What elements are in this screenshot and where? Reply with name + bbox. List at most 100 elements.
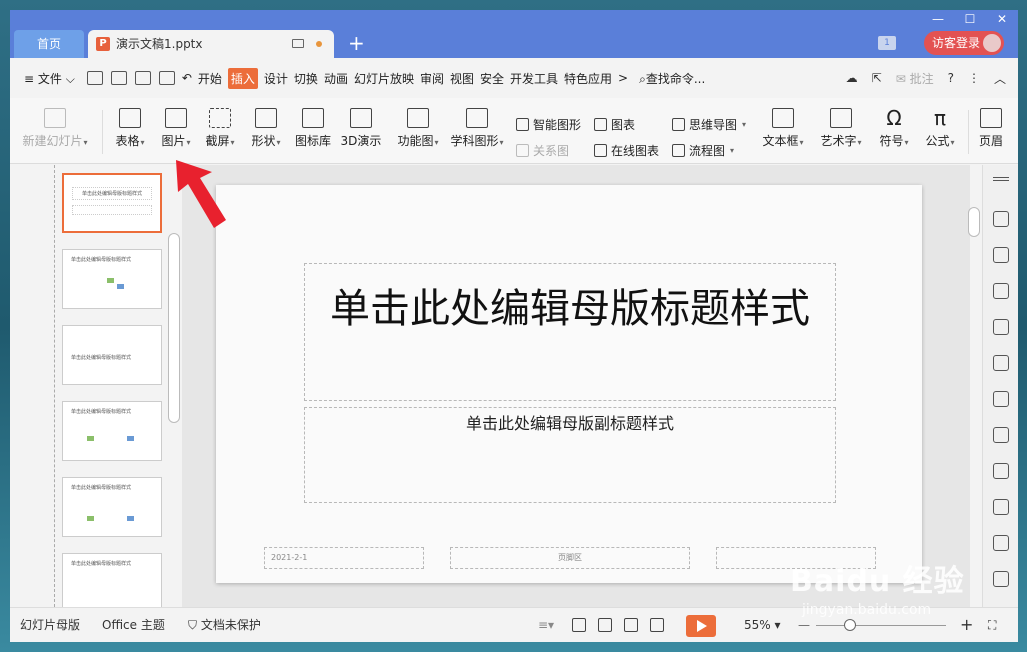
textbox-button[interactable]: 文本框▾ — [758, 108, 808, 149]
grid-icon[interactable] — [993, 319, 1009, 335]
theme-label[interactable]: Office 主题 — [102, 608, 165, 642]
screenshot-button[interactable]: 截屏▾ — [200, 108, 240, 149]
more-tabs-button[interactable]: > — [618, 71, 628, 85]
picture-button[interactable]: 图片▾ — [156, 108, 196, 149]
screenshot-label: 截屏 — [205, 134, 230, 148]
shape-button[interactable]: 形状▾ — [246, 108, 286, 149]
archive-icon[interactable] — [993, 499, 1009, 515]
undo-icon[interactable]: ↶ — [182, 71, 192, 85]
picture-label: 图片 — [161, 134, 186, 148]
menu-tab-developer[interactable]: 开发工具 — [510, 70, 558, 87]
monitor-icon[interactable] — [292, 39, 304, 48]
bar-chart-icon[interactable] — [993, 355, 1009, 371]
new-tab-button[interactable]: + — [348, 32, 365, 54]
thumbnail-scrollbar[interactable] — [168, 233, 180, 423]
tab-home[interactable]: 首页 — [14, 30, 84, 58]
menu-tab-design[interactable]: 设计 — [264, 70, 288, 87]
window-count-badge[interactable]: 1 — [878, 36, 896, 50]
symbol-button[interactable]: Ω 符号▾ — [874, 108, 914, 149]
audio-icon[interactable] — [993, 571, 1009, 587]
save-icon[interactable] — [86, 71, 103, 85]
fill-icon[interactable] — [993, 283, 1009, 299]
relation-chart-button[interactable]: 关系图 — [516, 142, 569, 159]
subject-shape-button[interactable]: 学科图形▾ — [446, 108, 508, 149]
menu-tab-features[interactable]: 特色应用 — [564, 70, 612, 87]
protection-status[interactable]: ⛉ 文档未保护 — [188, 608, 261, 642]
file-menu[interactable]: ≡ 文件 ⌵ — [24, 70, 75, 87]
flowchart-button[interactable]: 流程图 ▾ — [672, 142, 734, 159]
search-command[interactable]: ⌕查找命令... — [639, 70, 705, 87]
speaker-view-icon[interactable] — [650, 618, 664, 632]
slide-thumbnail-5[interactable]: 单击此处编辑母版标题样式 — [62, 477, 162, 537]
slide-sorter-icon[interactable] — [598, 618, 612, 632]
slide-thumbnail-3[interactable]: 单击此处编辑母版标题样式 — [62, 325, 162, 385]
more-options-icon[interactable]: ⋮ — [968, 71, 980, 85]
header-footer-button[interactable]: 页眉 — [974, 108, 1008, 149]
footer-placeholder[interactable]: 页脚区 — [450, 547, 690, 569]
image-icon[interactable] — [993, 535, 1009, 551]
fit-window-icon[interactable]: ⛶ — [988, 608, 996, 642]
notes-icon[interactable]: ≡▾ — [538, 608, 554, 642]
subtitle-placeholder[interactable]: 单击此处编辑母版副标题样式 — [304, 407, 836, 503]
new-slide-button[interactable]: 新建幻灯片▾ — [22, 108, 88, 149]
copy-icon[interactable] — [993, 247, 1009, 263]
close-button[interactable]: ✕ — [986, 10, 1018, 30]
export-icon[interactable] — [993, 463, 1009, 479]
menu-tab-start[interactable]: 开始 — [198, 70, 222, 87]
art-text-icon — [830, 108, 852, 128]
help-icon[interactable]: ? — [948, 71, 954, 85]
menu-tab-slideshow[interactable]: 幻灯片放映 — [354, 70, 414, 87]
slide-thumbnail-2[interactable]: 单击此处编辑母版标题样式 — [62, 249, 162, 309]
print-icon[interactable] — [134, 71, 151, 85]
mindmap-button[interactable]: 思维导图 ▾ — [672, 116, 746, 133]
slide-thumbnail-4[interactable]: 单击此处编辑母版标题样式 — [62, 401, 162, 461]
menu-tab-transition[interactable]: 切换 — [294, 70, 318, 87]
cloud-icon[interactable]: ☁ — [846, 71, 858, 85]
thumbnail-title: 单击此处编辑母版标题样式 — [72, 187, 152, 200]
menu-tab-insert[interactable]: 插入 — [227, 67, 258, 89]
formula-button[interactable]: π 公式▾ — [920, 108, 960, 149]
menu-lines-icon[interactable] — [993, 177, 1009, 181]
avatar — [983, 34, 1001, 52]
slide-thumbnail-6[interactable]: 单击此处编辑母版标题样式 — [62, 553, 162, 607]
menu-tab-review[interactable]: 审阅 — [420, 70, 444, 87]
zoom-slider-knob[interactable] — [844, 619, 856, 631]
icon-library-button[interactable]: 图标库 — [292, 108, 334, 149]
menu-tab-security[interactable]: 安全 — [480, 70, 504, 87]
minimize-button[interactable]: — — [922, 10, 954, 30]
reading-view-icon[interactable] — [624, 618, 638, 632]
chart-button[interactable]: 图表 — [594, 116, 635, 133]
canvas-scrollbar[interactable] — [968, 207, 980, 237]
annotate-button[interactable]: ✉ 批注 — [896, 70, 934, 87]
view-mode-label[interactable]: 幻灯片母版 — [20, 608, 80, 642]
star-icon[interactable] — [993, 211, 1009, 227]
guest-login-button[interactable]: 访客登录 — [924, 31, 1004, 55]
online-chart-button[interactable]: 在线图表 — [594, 142, 659, 159]
format-painter-icon[interactable] — [110, 71, 127, 85]
sliders-icon[interactable] — [993, 391, 1009, 407]
slide-thumbnail-1[interactable]: 单击此处编辑母版标题样式 — [62, 173, 162, 233]
menu-tab-view[interactable]: 视图 — [450, 70, 474, 87]
header-footer-label: 页眉 — [978, 134, 1003, 148]
title-placeholder[interactable]: 单击此处编辑母版标题样式 — [304, 263, 836, 401]
play-slideshow-button[interactable] — [686, 615, 716, 637]
art-text-button[interactable]: 艺术字▾ — [816, 108, 866, 149]
slide[interactable]: 单击此处编辑母版标题样式 单击此处编辑母版副标题样式 2021-2-1 页脚区 — [216, 185, 922, 583]
file-menu-label: 文件 — [37, 71, 62, 86]
print-preview-icon[interactable] — [158, 71, 175, 85]
collapse-ribbon-icon[interactable]: ︿ — [994, 70, 1006, 87]
function-chart-button[interactable]: 功能图▾ — [390, 108, 446, 149]
share-icon[interactable]: ⇱ — [872, 71, 882, 85]
zoom-in-button[interactable]: + — [960, 608, 973, 642]
smart-shape-button[interactable]: 智能图形 — [516, 116, 581, 133]
table-button[interactable]: 表格▾ — [110, 108, 150, 149]
normal-view-icon[interactable] — [572, 618, 586, 632]
menu-tab-animation[interactable]: 动画 — [324, 70, 348, 87]
footer-date-placeholder[interactable]: 2021-2-1 — [264, 547, 424, 569]
3d-demo-button[interactable]: 3D演示 — [338, 108, 384, 149]
zoom-level[interactable]: 55% ▾ — [744, 608, 781, 642]
maximize-button[interactable]: ☐ — [954, 10, 986, 30]
zoom-slider-track[interactable] — [816, 625, 946, 626]
tab-document[interactable]: P 演示文稿1.pptx — [88, 30, 334, 58]
image-gallery-icon[interactable] — [993, 427, 1009, 443]
